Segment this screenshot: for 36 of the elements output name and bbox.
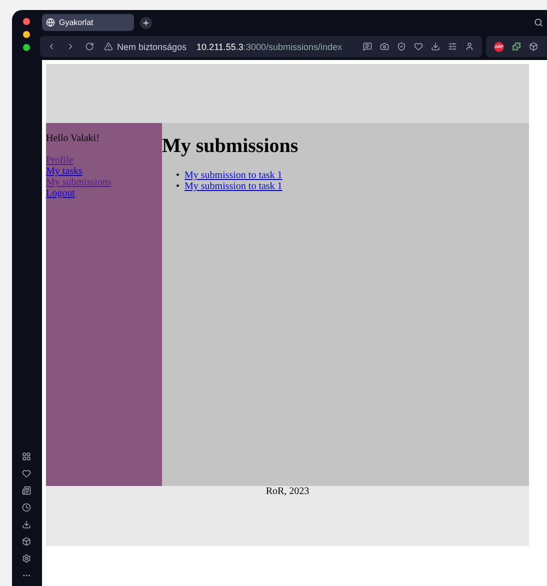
- reload-icon[interactable]: [85, 42, 94, 51]
- address-bar[interactable]: Nem biztonságos 10.211.55.3:3000/submissions/index: [40, 36, 482, 57]
- bullet-marker: •: [176, 170, 180, 181]
- browser-tab[interactable]: Gyakorlat: [42, 14, 134, 31]
- back-icon[interactable]: [47, 42, 56, 51]
- download-icon[interactable]: [22, 520, 30, 529]
- bullet-marker: •: [176, 181, 180, 192]
- close-window-button[interactable]: [22, 18, 30, 25]
- news-icon[interactable]: [22, 486, 30, 495]
- heart-icon[interactable]: [414, 42, 423, 51]
- puzzle-icon[interactable]: [512, 42, 521, 50]
- minimize-window-button[interactable]: [22, 31, 30, 38]
- settings-icon[interactable]: [22, 554, 30, 563]
- shield-icon[interactable]: [397, 42, 406, 51]
- warning-icon[interactable]: [104, 42, 113, 51]
- maximize-window-button[interactable]: [22, 44, 30, 51]
- cube-icon[interactable]: [529, 42, 538, 50]
- submission-link[interactable]: My submission to task 1: [184, 170, 282, 181]
- plus-icon: [142, 18, 150, 26]
- footer-text: RoR, 2023: [266, 486, 310, 498]
- cube-icon[interactable]: [22, 537, 30, 546]
- camera-icon[interactable]: [380, 42, 389, 51]
- new-tab-button[interactable]: [140, 16, 152, 28]
- heart-icon[interactable]: [22, 469, 30, 478]
- page-title: My submissions: [162, 135, 298, 158]
- search-icon[interactable]: [534, 18, 543, 26]
- grid-icon[interactable]: [22, 452, 30, 461]
- chat-icon[interactable]: [363, 42, 372, 51]
- user-icon[interactable]: [465, 42, 474, 51]
- history-icon[interactable]: [22, 503, 30, 512]
- download-icon[interactable]: [431, 42, 440, 51]
- globe-icon: [46, 18, 55, 27]
- submission-link[interactable]: My submission to task 1: [184, 181, 282, 192]
- forward-icon[interactable]: [66, 42, 75, 51]
- greeting-text: Hello Valaki!: [46, 133, 100, 144]
- sliders-icon[interactable]: [448, 42, 457, 51]
